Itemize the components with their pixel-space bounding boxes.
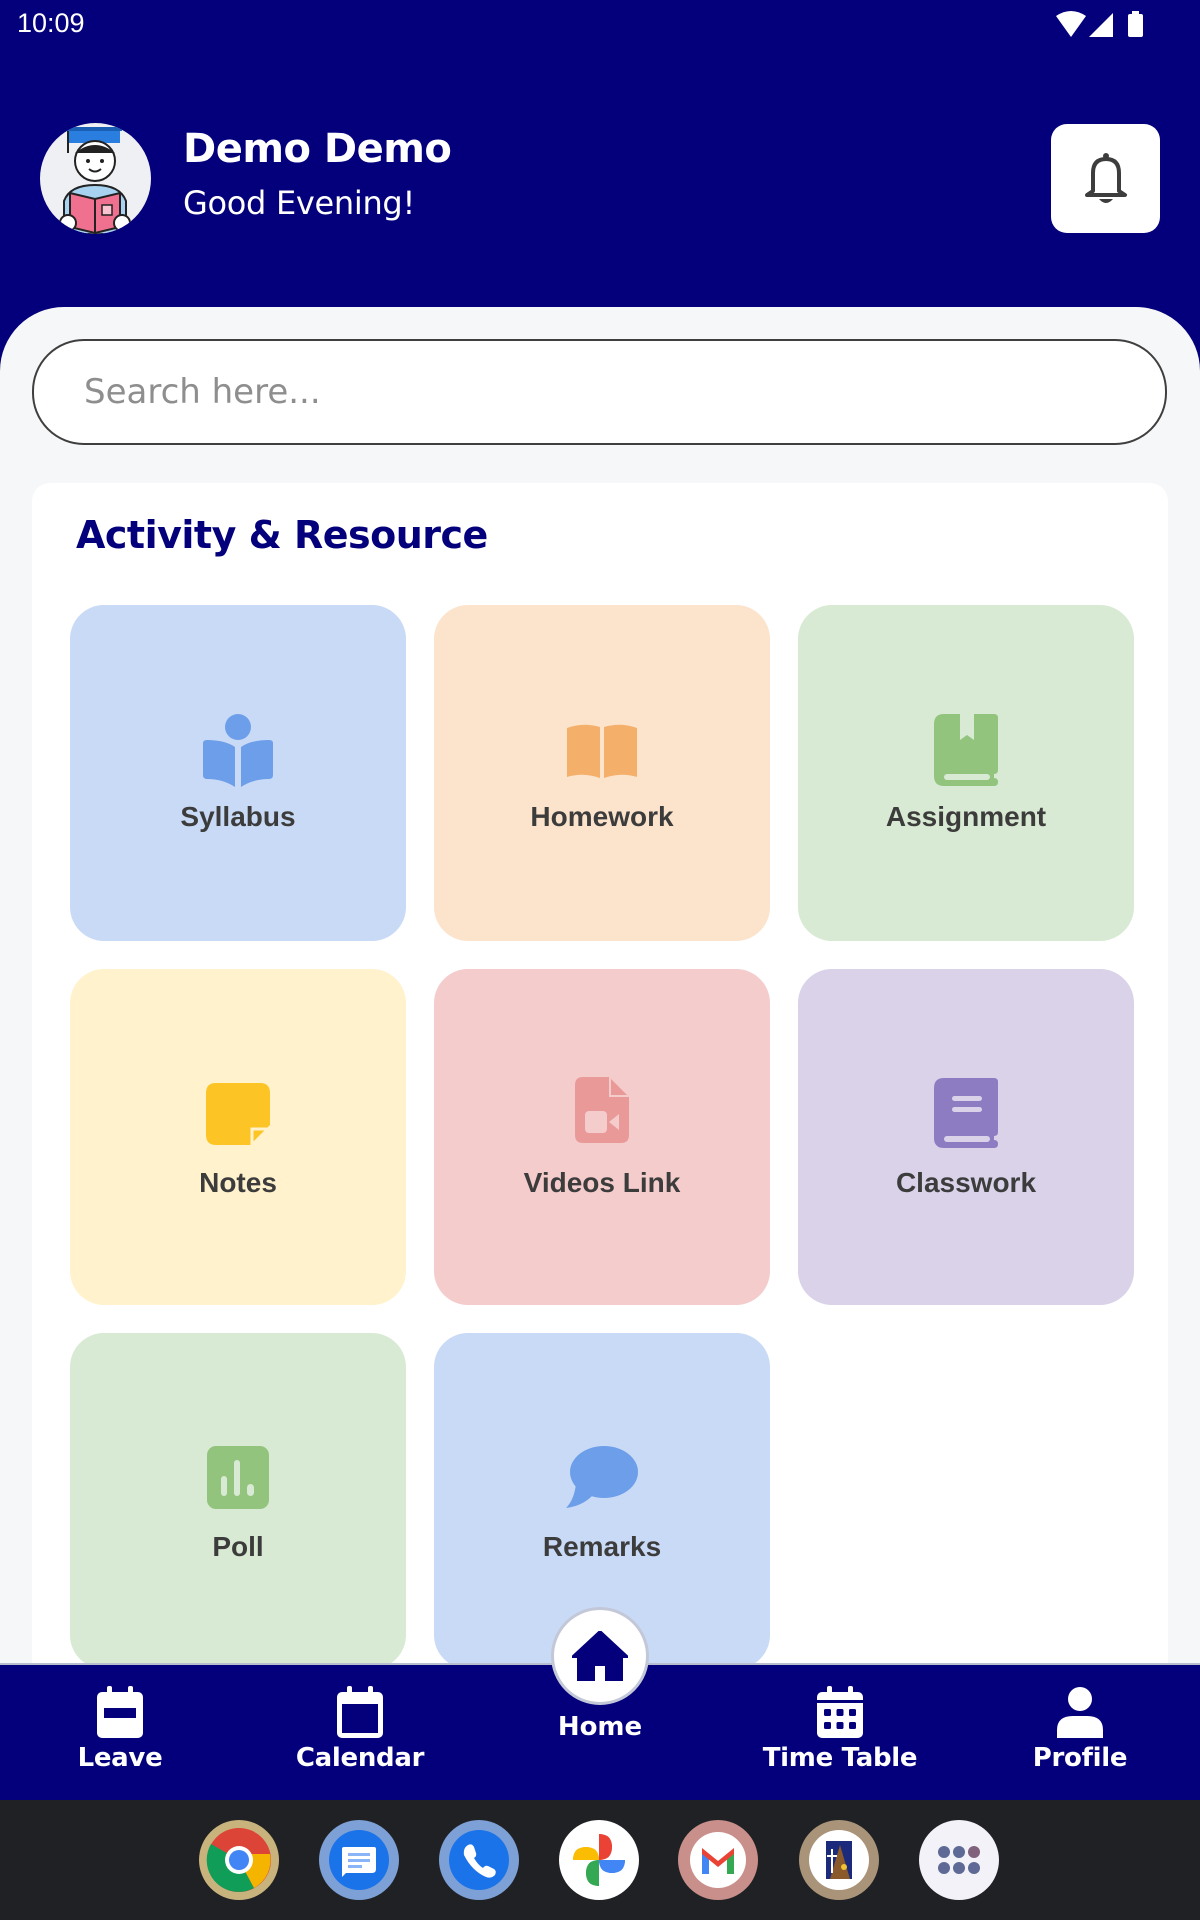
open-book-icon (434, 722, 770, 778)
tile-label: Poll (212, 1531, 264, 1562)
chat-bubble-icon (434, 1446, 770, 1509)
calendar-icon (337, 1686, 383, 1738)
bookmarked-book-icon (798, 714, 1134, 786)
photos-icon (573, 1834, 625, 1886)
tile-label: Classwork (895, 1167, 1037, 1198)
nav-label: Leave (77, 1743, 163, 1773)
dock-app-messages[interactable] (319, 1820, 399, 1900)
tile-label: Assignment (885, 801, 1047, 832)
notifications-button[interactable] (1051, 124, 1160, 233)
tile-syllabus[interactable]: Syllabus (70, 605, 406, 941)
notebook-icon (798, 1078, 1134, 1148)
header (0, 50, 1200, 320)
calendar-minus-icon (97, 1686, 143, 1738)
chrome-icon (206, 1828, 271, 1892)
nav-leave[interactable]: Leave (20, 1686, 220, 1773)
nav-calendar[interactable]: Calendar (260, 1686, 460, 1773)
tile-label: Videos Link (523, 1167, 681, 1198)
home-icon (572, 1631, 628, 1681)
tile-classwork[interactable]: Classwork (798, 969, 1134, 1305)
nav-profile[interactable]: Profile (980, 1686, 1180, 1773)
status-bar: 10:09 (0, 0, 1200, 50)
dock-app-photos[interactable] (559, 1820, 639, 1900)
calendar-grid-icon (817, 1686, 863, 1738)
gmail-icon (690, 1832, 746, 1888)
dock-app-phone[interactable] (439, 1820, 519, 1900)
tile-label: Syllabus (180, 801, 296, 832)
nav-label: Time Table (762, 1743, 918, 1773)
tile-assignment[interactable]: Assignment (798, 605, 1134, 941)
cellular-signal-icon (1089, 13, 1113, 37)
avatar[interactable] (40, 123, 151, 234)
status-icons (1056, 11, 1143, 37)
nav-time-table[interactable]: Time Table (740, 1686, 940, 1773)
greeting-text: Good Evening! (183, 184, 415, 222)
tile-poll[interactable]: Poll (70, 1333, 406, 1669)
school-logo-icon (809, 1830, 869, 1890)
nav-label: Profile (1032, 1743, 1128, 1773)
status-time: 10:09 (17, 8, 85, 38)
tile-notes[interactable]: Notes (70, 969, 406, 1305)
nav-home-label[interactable]: Home (500, 1712, 700, 1742)
dock-app-school[interactable] (799, 1820, 879, 1900)
person-icon (1057, 1687, 1103, 1738)
tile-homework[interactable]: Homework (434, 605, 770, 941)
dock-app-drawer[interactable] (919, 1820, 999, 1900)
tile-label: Notes (199, 1167, 277, 1198)
wifi-icon (1056, 11, 1086, 37)
video-file-icon (434, 1077, 770, 1143)
sticky-note-icon (70, 1083, 406, 1145)
battery-icon (1128, 11, 1143, 37)
app-dock (0, 1800, 1200, 1920)
dock-app-gmail[interactable] (678, 1820, 758, 1900)
bell-icon (1084, 152, 1127, 203)
tile-label: Remarks (542, 1531, 662, 1562)
nav-home[interactable] (551, 1607, 649, 1705)
dock-app-chrome[interactable] (199, 1820, 279, 1900)
section-title: Activity & Resource (76, 513, 488, 557)
poll-chart-icon (70, 1446, 406, 1509)
phone-icon (449, 1830, 509, 1890)
user-name: Demo Demo (183, 126, 452, 172)
search-input[interactable] (84, 341, 1104, 443)
tile-videos-link[interactable]: Videos Link (434, 969, 770, 1305)
nav-label: Calendar (295, 1743, 425, 1773)
reading-book-icon (70, 713, 406, 787)
tile-label: Homework (530, 801, 674, 832)
student-avatar-icon (59, 127, 131, 234)
search-box[interactable] (32, 339, 1167, 445)
app-grid-icon (938, 1846, 980, 1874)
messages-icon (329, 1830, 389, 1890)
